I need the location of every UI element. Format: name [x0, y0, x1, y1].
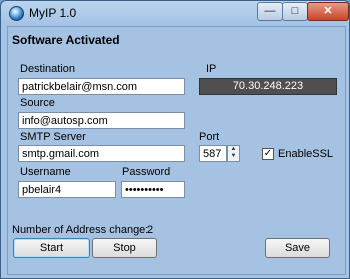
- smtp-label: SMTP Server: [20, 131, 86, 143]
- stop-button[interactable]: Stop: [92, 238, 157, 258]
- title-bar[interactable]: MyIP 1.0 — □ ✕: [1, 1, 349, 25]
- stepper-down-icon[interactable]: ▼: [228, 153, 239, 160]
- ip-label: IP: [206, 63, 217, 75]
- address-change-count: 2: [147, 224, 154, 236]
- window-title: MyIP 1.0: [29, 6, 77, 20]
- destination-label: Destination: [20, 63, 76, 75]
- main-panel: Software Activated Destination IP 70.30.…: [7, 26, 346, 275]
- enable-ssl-label: EnableSSL: [278, 148, 334, 160]
- start-button[interactable]: Start: [13, 238, 90, 258]
- destination-input[interactable]: [18, 78, 185, 95]
- password-label: Password: [122, 166, 171, 178]
- activation-status: Software Activated: [12, 33, 120, 47]
- smtp-input[interactable]: [18, 145, 185, 162]
- maximize-button[interactable]: □: [282, 2, 308, 21]
- port-input[interactable]: [199, 145, 227, 162]
- save-button[interactable]: Save: [265, 238, 330, 258]
- address-change-label: Number of Address change:: [12, 224, 149, 236]
- stepper-up-icon[interactable]: ▲: [228, 146, 239, 153]
- close-button[interactable]: ✕: [307, 2, 349, 21]
- minimize-button[interactable]: —: [257, 2, 283, 21]
- ip-display: 70.30.248.223: [199, 78, 337, 95]
- username-label: Username: [20, 166, 71, 178]
- port-label: Port: [199, 131, 220, 143]
- source-input[interactable]: [18, 112, 185, 129]
- app-icon: [9, 6, 24, 21]
- username-input[interactable]: [18, 181, 116, 198]
- password-input[interactable]: [121, 181, 185, 198]
- app-window: MyIP 1.0 — □ ✕ Software Activated Destin…: [0, 0, 350, 279]
- enable-ssl-checkbox[interactable]: ✓: [262, 148, 274, 160]
- source-label: Source: [20, 97, 55, 109]
- port-stepper[interactable]: ▲ ▼: [227, 145, 240, 162]
